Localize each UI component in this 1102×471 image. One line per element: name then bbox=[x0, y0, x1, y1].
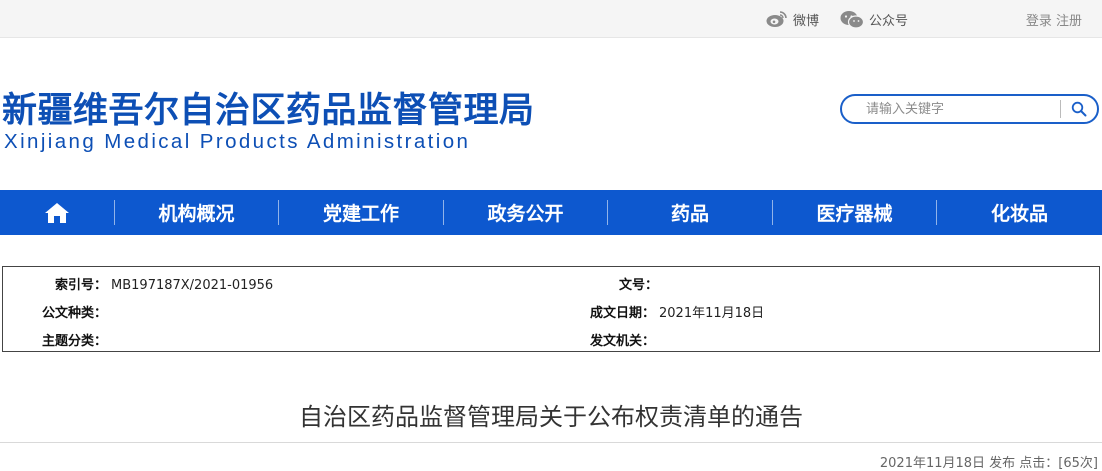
article-title: 自治区药品监督管理局关于公布权责清单的通告 bbox=[299, 403, 803, 431]
top-bar: 微博 公众号 登录 注册 bbox=[0, 0, 1102, 38]
info-topic: 主题分类： bbox=[42, 330, 111, 349]
nav-item-organization[interactable]: 机构概况 bbox=[115, 190, 278, 235]
wechat-link[interactable]: 公众号 bbox=[840, 9, 908, 29]
document-info-table: 索引号： MB197187X/2021-01956 文号： 公文种类： 成文日期：… bbox=[2, 266, 1100, 352]
info-index: 索引号： MB197187X/2021-01956 bbox=[55, 274, 273, 293]
info-issuer: 发文机关： bbox=[590, 330, 659, 349]
nav-item-drugs[interactable]: 药品 bbox=[608, 190, 772, 235]
info-index-value: MB197187X/2021-01956 bbox=[111, 278, 274, 293]
info-issuer-label: 发文机关： bbox=[590, 334, 656, 349]
info-date-label: 成文日期： bbox=[590, 306, 656, 321]
nav-item-medical-devices[interactable]: 医疗器械 bbox=[773, 190, 936, 235]
info-topic-label: 主题分类： bbox=[42, 334, 108, 349]
article-meta: 2021年11月18日 发布 点击：[65次] bbox=[879, 456, 1098, 471]
site-title-en[interactable]: Xinjiang Medical Products Administration bbox=[4, 130, 470, 154]
wechat-label: 公众号 bbox=[869, 13, 909, 29]
info-date-value: 2021年11月18日 bbox=[659, 306, 765, 321]
search-box bbox=[840, 94, 1099, 124]
info-docno-label: 文号： bbox=[619, 278, 659, 293]
search-button[interactable] bbox=[1061, 96, 1097, 122]
info-doctype: 公文种类： bbox=[42, 302, 111, 321]
auth-links: 登录 注册 bbox=[1026, 10, 1082, 29]
nav-home[interactable] bbox=[0, 190, 114, 235]
site-title-cn[interactable]: 新疆维吾尔自治区药品监督管理局 bbox=[2, 82, 535, 133]
main-nav: 机构概况 党建工作 政务公开 药品 医疗器械 化妆品 bbox=[0, 190, 1102, 235]
login-link[interactable]: 登录 bbox=[1026, 14, 1052, 29]
nav-item-party-building[interactable]: 党建工作 bbox=[279, 190, 443, 235]
nav-item-cosmetics[interactable]: 化妆品 bbox=[937, 190, 1102, 235]
wechat-icon bbox=[840, 10, 864, 29]
weibo-icon bbox=[766, 11, 787, 27]
info-index-label: 索引号： bbox=[55, 278, 108, 293]
weibo-link[interactable]: 微博 bbox=[766, 9, 819, 29]
info-doctype-label: 公文种类： bbox=[42, 306, 108, 321]
info-date: 成文日期： 2021年11月18日 bbox=[590, 302, 764, 321]
search-input[interactable] bbox=[842, 96, 1060, 122]
register-link[interactable]: 注册 bbox=[1056, 14, 1082, 29]
home-icon bbox=[45, 202, 69, 223]
nav-item-government-affairs[interactable]: 政务公开 bbox=[444, 190, 607, 235]
weibo-label: 微博 bbox=[793, 13, 820, 29]
search-icon bbox=[1071, 101, 1087, 117]
site-header: 新疆维吾尔自治区药品监督管理局 Xinjiang Medical Product… bbox=[0, 38, 1102, 190]
article-divider bbox=[0, 442, 1102, 443]
info-docno: 文号： bbox=[619, 274, 662, 293]
